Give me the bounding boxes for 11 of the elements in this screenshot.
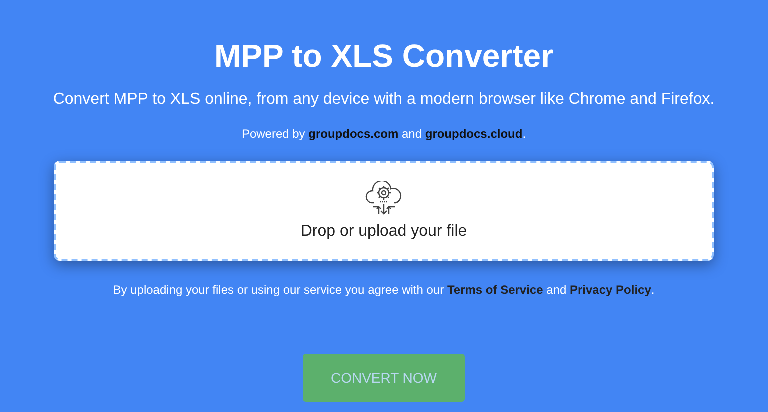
upload-label: Drop or upload your file [300,223,468,241]
site-link[interactable]: groupdocs.cloud [425,127,523,141]
subtitle: Convert MPP to XLS online, from any device with a modern browser like Chrome and Firefox. [53,91,715,109]
cloud-upload-icon [365,181,403,217]
agreement-text: By uploading your files or using our service you agree with our Terms of Service and Privacy Policy. [113,283,655,297]
policy-link[interactable]: Terms of Service [447,283,544,297]
powered-by-text: Powered by groupdocs.com and groupdocs.cloud. [242,127,526,141]
upload-drop-zone[interactable]: Drop or upload your file [54,161,714,261]
site-link[interactable]: groupdocs.com [308,127,399,141]
page-title: MPP to XLS Converter [214,37,554,75]
policy-link[interactable]: Privacy Policy [570,283,652,297]
